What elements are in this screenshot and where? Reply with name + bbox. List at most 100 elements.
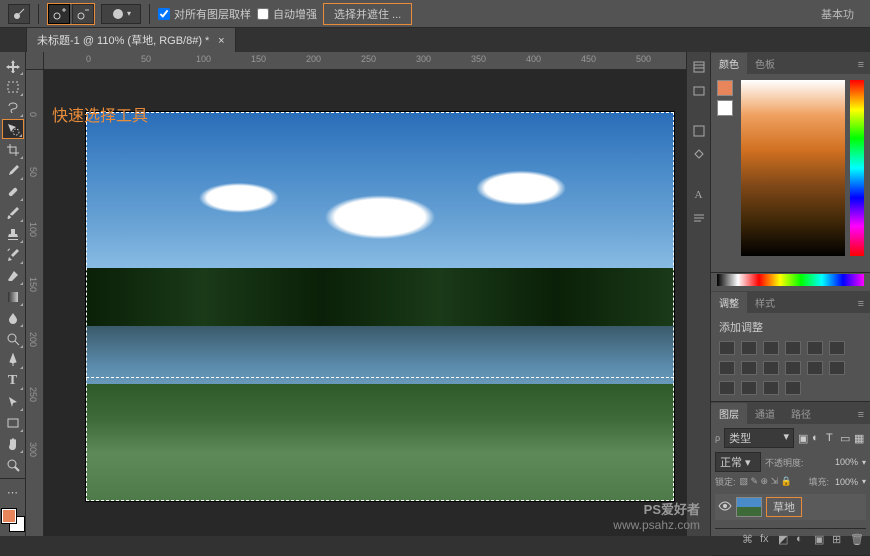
eraser-tool[interactable] xyxy=(2,266,24,286)
filter-shape-icon[interactable]: ▭ xyxy=(840,432,852,444)
dodge-tool[interactable] xyxy=(2,329,24,349)
tab-layers[interactable]: 图层 xyxy=(711,403,747,424)
adj-exposure-button[interactable] xyxy=(785,341,801,355)
shape-tool[interactable] xyxy=(2,413,24,433)
stamp-tool[interactable] xyxy=(2,224,24,244)
new-layer-button[interactable]: ⊞ xyxy=(832,533,846,547)
adj-posterize-button[interactable] xyxy=(829,361,845,375)
lock-icons[interactable]: ▧ ✎ ⊕ ⇲ 🔒 xyxy=(740,476,792,487)
tool-preset-button[interactable] xyxy=(8,4,30,24)
delete-layer-button[interactable]: 🗑 xyxy=(850,533,864,547)
tab-paths[interactable]: 路径 xyxy=(783,403,819,424)
adj-color-lookup-button[interactable] xyxy=(785,361,801,375)
crop-tool[interactable] xyxy=(2,140,24,160)
new-group-button[interactable]: ▣ xyxy=(814,533,828,547)
artboard[interactable] xyxy=(86,112,674,501)
dock-properties-button[interactable] xyxy=(690,82,708,100)
color-bg-swatch[interactable] xyxy=(717,100,733,116)
edit-toolbar-button[interactable]: ⋯ xyxy=(2,482,24,502)
adj-selective-color-button[interactable] xyxy=(763,381,779,395)
layer-thumbnail[interactable] xyxy=(736,497,762,517)
dock-paragraph-button[interactable] xyxy=(690,210,708,228)
brush-tool[interactable] xyxy=(2,203,24,223)
canvas-area[interactable]: 050100150200250300350400450500 050100150… xyxy=(26,52,686,536)
link-layers-button[interactable]: ⌘ xyxy=(742,533,756,547)
adj-brightness-button[interactable] xyxy=(719,341,735,355)
color-panel-menu[interactable]: ≡ xyxy=(852,56,870,74)
dock-character-button[interactable] xyxy=(690,122,708,140)
spectrum-strip[interactable] xyxy=(717,274,864,286)
separator xyxy=(38,4,39,24)
tab-color[interactable]: 颜色 xyxy=(711,53,747,74)
horizontal-ruler[interactable]: 050100150200250300350400450500 xyxy=(44,52,686,70)
opacity-value[interactable]: 100% xyxy=(835,457,858,467)
left-toolbar: T ⋯ xyxy=(0,52,26,536)
adj-gradient-map-button[interactable] xyxy=(741,381,757,395)
hand-tool[interactable] xyxy=(2,434,24,454)
color-swatches[interactable] xyxy=(2,509,24,531)
sample-all-layers-checkbox[interactable]: 对所有图层取样 xyxy=(158,6,251,22)
brush-picker-button[interactable]: ▾ xyxy=(101,4,141,24)
quick-selection-tool[interactable] xyxy=(2,119,24,139)
hue-slider[interactable] xyxy=(850,80,864,256)
new-adjustment-button[interactable]: ◐ xyxy=(796,533,810,547)
new-selection-button[interactable] xyxy=(48,4,70,24)
filter-adj-icon[interactable]: ◐ xyxy=(812,432,824,444)
layer-mask-button[interactable]: ◩ xyxy=(778,533,792,547)
dock-swatches-button[interactable] xyxy=(690,146,708,164)
move-tool[interactable] xyxy=(2,56,24,76)
layer-row[interactable]: 草地 xyxy=(715,494,866,520)
adj-hue-button[interactable] xyxy=(829,341,845,355)
marquee-tool[interactable] xyxy=(2,77,24,97)
filter-type-icon[interactable]: T xyxy=(826,432,838,444)
filter-pixel-icon[interactable]: ▣ xyxy=(798,432,810,444)
subtract-selection-button[interactable] xyxy=(72,4,94,24)
dock-type-button[interactable]: A xyxy=(690,186,708,204)
layer-style-button[interactable]: fx xyxy=(760,533,774,547)
zoom-tool[interactable] xyxy=(2,455,24,475)
adj-bw-button[interactable] xyxy=(719,361,735,375)
type-tool[interactable]: T xyxy=(2,371,24,391)
filter-smart-icon[interactable]: ▦ xyxy=(854,432,866,444)
fill-value[interactable]: 100% xyxy=(835,477,858,487)
tab-close-icon[interactable]: × xyxy=(218,35,224,47)
adj-extra-button[interactable] xyxy=(785,381,801,395)
tab-swatches[interactable]: 色板 xyxy=(747,53,783,74)
adj-photo-filter-button[interactable] xyxy=(741,361,757,375)
visibility-toggle[interactable] xyxy=(718,499,732,516)
select-and-mask-button[interactable]: 选择并遮住 ... xyxy=(323,3,412,25)
adj-invert-button[interactable] xyxy=(807,361,823,375)
pen-tool[interactable] xyxy=(2,350,24,370)
layer-name[interactable]: 草地 xyxy=(766,497,802,517)
layers-panel: 图层 通道 路径 ≡ ρ 类型 ▾ ▣ ◐ T ▭ ▦ xyxy=(711,402,870,556)
history-brush-tool[interactable] xyxy=(2,245,24,265)
adj-channel-mixer-button[interactable] xyxy=(763,361,779,375)
eyedropper-tool[interactable] xyxy=(2,161,24,181)
blur-tool[interactable] xyxy=(2,308,24,328)
layers-panel-menu[interactable]: ≡ xyxy=(852,406,870,424)
auto-enhance-checkbox[interactable]: 自动增强 xyxy=(257,6,317,22)
vertical-ruler[interactable]: 050100150200250300 xyxy=(26,70,44,536)
path-selection-tool[interactable] xyxy=(2,392,24,412)
color-field[interactable] xyxy=(741,80,845,256)
healing-tool[interactable] xyxy=(2,182,24,202)
sample-all-layers-input[interactable] xyxy=(158,8,170,20)
color-fg-swatch[interactable] xyxy=(717,80,733,96)
adjustments-panel-menu[interactable]: ≡ xyxy=(852,295,870,313)
document-tab[interactable]: 未标题-1 @ 110% (草地, RGB/8#) * × xyxy=(26,27,236,52)
tab-styles[interactable]: 样式 xyxy=(747,292,783,313)
adj-vibrance-button[interactable] xyxy=(807,341,823,355)
adj-levels-button[interactable] xyxy=(741,341,757,355)
filter-type-select[interactable]: 类型 ▾ xyxy=(724,428,794,448)
lasso-tool[interactable] xyxy=(2,98,24,118)
workspace-label[interactable]: 基本功 xyxy=(813,6,862,22)
tab-adjustments[interactable]: 调整 xyxy=(711,292,747,313)
adj-curves-button[interactable] xyxy=(763,341,779,355)
foreground-color-swatch[interactable] xyxy=(2,509,16,523)
blend-mode-select[interactable]: 正常 ▾ xyxy=(715,452,761,472)
adj-threshold-button[interactable] xyxy=(719,381,735,395)
gradient-tool[interactable] xyxy=(2,287,24,307)
tab-channels[interactable]: 通道 xyxy=(747,403,783,424)
dock-history-button[interactable] xyxy=(690,58,708,76)
auto-enhance-input[interactable] xyxy=(257,8,269,20)
